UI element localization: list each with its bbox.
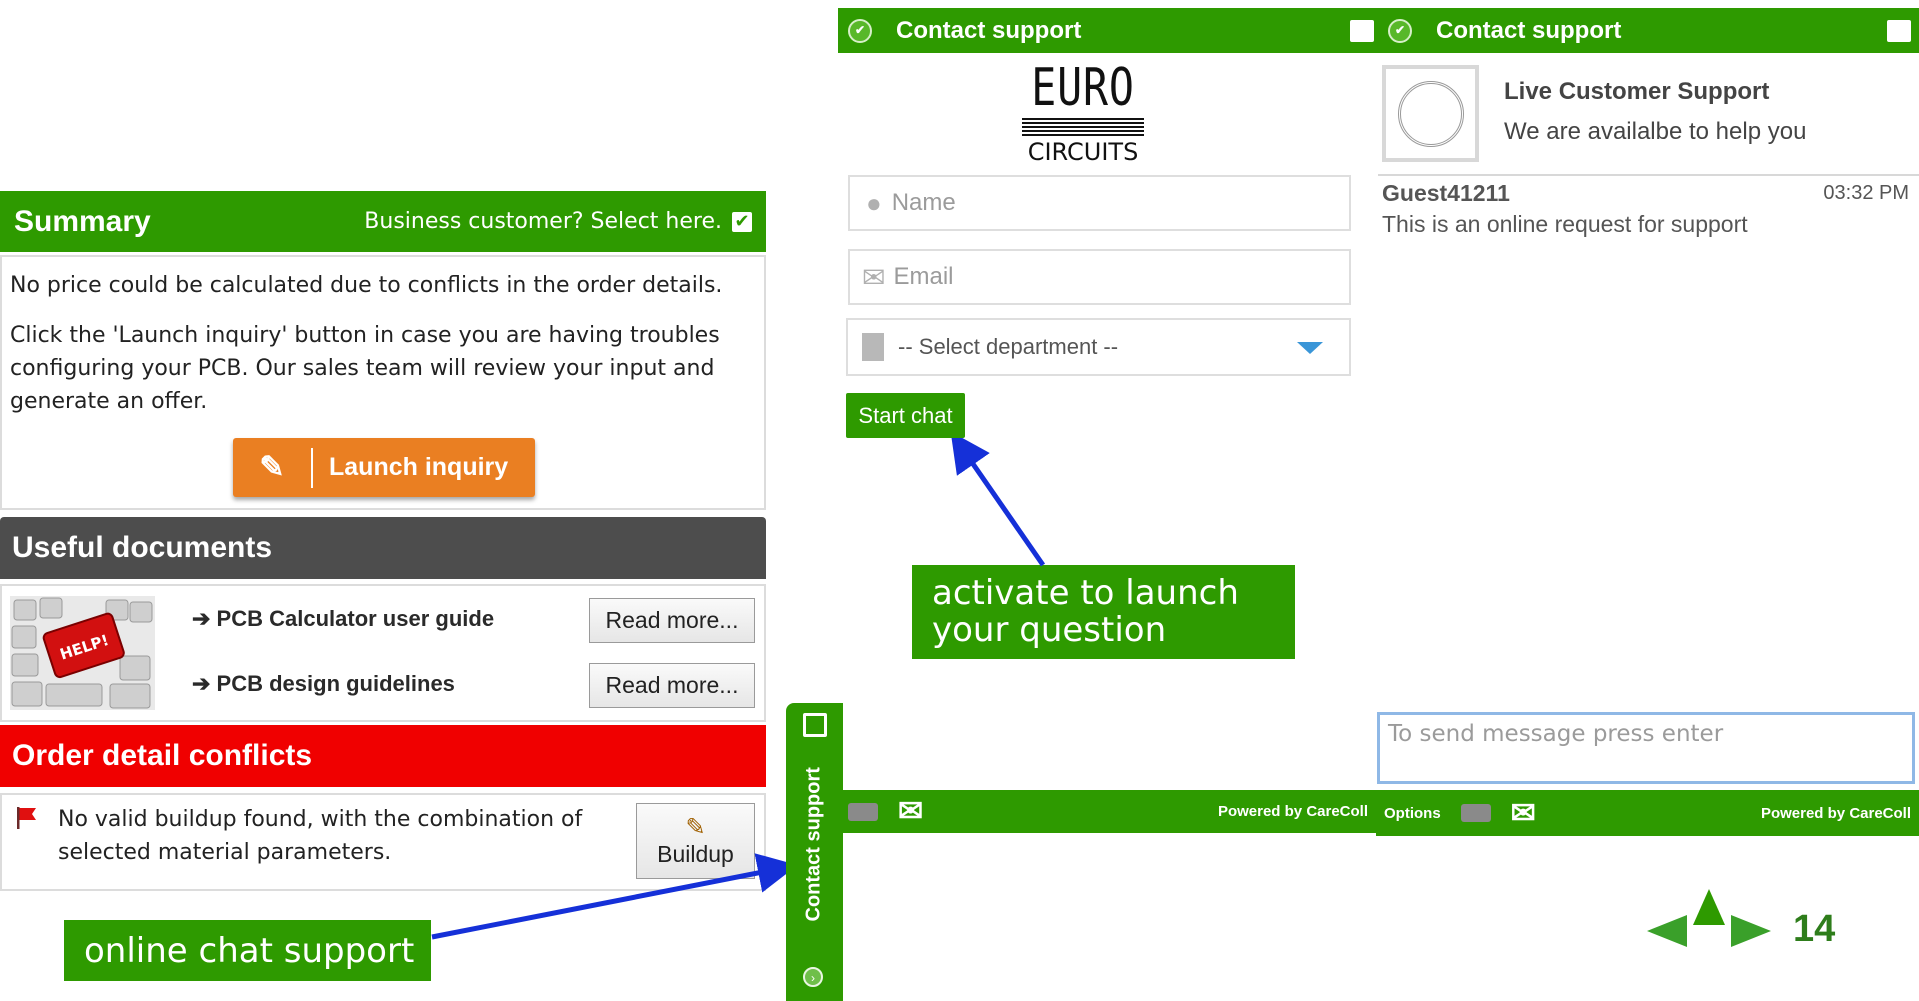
mail-icon[interactable]: ✉	[898, 794, 923, 829]
useful-documents-title: Useful documents	[12, 531, 273, 564]
flag-icon	[17, 807, 36, 829]
minimize-icon[interactable]	[1350, 20, 1374, 42]
guest-message: This is an online request for support	[1382, 211, 1748, 237]
agent-subtitle: We are availalbe to help you	[1504, 118, 1807, 145]
start-chat-arrow	[950, 431, 1046, 567]
summary-title: Summary	[14, 204, 151, 238]
order-conflicts-header: Order detail conflicts	[0, 725, 766, 787]
email-placeholder: Email	[893, 263, 954, 290]
chat-window-title: Contact support	[1436, 16, 1622, 44]
minimize-icon-2[interactable]	[1887, 20, 1911, 42]
chat-support-callout-text: online chat support	[84, 930, 415, 971]
buildup-conflict-message: No valid buildup found, with the combina…	[58, 807, 583, 865]
agent-title: Live Customer Support	[1504, 78, 1770, 105]
message-input-placeholder: To send message press enter	[1388, 721, 1724, 747]
read-more-user-guide-button[interactable]: Read more...	[589, 598, 755, 643]
chat-form-footer: ✉ Powered by CareColl	[838, 790, 1378, 833]
start-chat-button[interactable]: Start chat	[846, 393, 965, 438]
slide-navigation	[1647, 889, 1771, 947]
envelope-icon: ✉	[862, 261, 886, 293]
help-keyboard-image: HELP!	[10, 596, 155, 710]
status-check-icon-2: ✔	[1388, 18, 1412, 43]
person-icon: ●	[866, 187, 882, 218]
useful-documents-header: Useful documents	[0, 517, 766, 579]
chat-bubbles-icon-2[interactable]	[1460, 804, 1491, 822]
euro-circuits-logo: EURO CIRCUITS	[1018, 60, 1148, 168]
summary-header: Summary Business customer? Select here. …	[0, 191, 766, 252]
email-field[interactable]: ✉ Email	[848, 249, 1351, 305]
chat-window-header: ✔ Contact support	[1350, 8, 1919, 53]
name-field[interactable]: ● Name	[848, 175, 1351, 231]
chat-form-header: ✔ Contact support	[838, 8, 1378, 53]
buildup-button[interactable]: ✎ Buildup	[636, 803, 755, 879]
launch-inquiry-button[interactable]: ✎ Launch inquiry	[233, 438, 535, 497]
maximize-icon[interactable]	[803, 713, 827, 737]
side-tab-label: Contact support	[802, 767, 825, 922]
logo-stripes	[1022, 118, 1144, 136]
read-more-design-guidelines-button[interactable]: Read more...	[589, 663, 755, 708]
activate-callout: activate to launch your question	[912, 565, 1295, 659]
activate-callout-text: activate to launch your question	[932, 573, 1239, 650]
status-check-icon: ✔	[848, 18, 872, 43]
agent-avatar	[1382, 65, 1479, 162]
business-customer-toggle[interactable]: Business customer? Select here. ✔	[364, 209, 752, 234]
launch-inquiry-label: Launch inquiry	[329, 453, 509, 481]
chat-form-title: Contact support	[896, 16, 1082, 44]
business-checkbox[interactable]: ✔	[732, 211, 752, 232]
prev-arrow-icon	[1647, 915, 1687, 947]
building-icon	[862, 333, 884, 361]
message-time: 03:32 PM	[1823, 182, 1909, 204]
department-value: -- Select department --	[898, 334, 1119, 359]
logo-top-text: EURO	[1031, 58, 1135, 118]
inquiry-instructions: Click the 'Launch inquiry' button in cas…	[10, 323, 720, 414]
edit-icon: ✎	[233, 447, 313, 488]
chat-bubbles-icon[interactable]	[848, 802, 878, 821]
next-arrow-icon	[1731, 915, 1771, 947]
chat-support-callout: online chat support	[64, 920, 431, 981]
chat-window-powered: Powered by CareColl	[1760, 804, 1911, 822]
message-divider	[1378, 174, 1919, 176]
options-link[interactable]: Options	[1384, 805, 1441, 822]
message-input[interactable]: To send message press enter	[1377, 712, 1915, 784]
buildup-label: Buildup	[657, 840, 734, 867]
contact-support-side-tab[interactable]: Contact support ›	[786, 703, 843, 1001]
doc-item-design-guidelines: ➔ PCB design guidelines	[192, 671, 455, 696]
magic-wand-icon: ✎	[685, 813, 706, 841]
page-number: 14	[1793, 908, 1836, 950]
name-placeholder: Name	[891, 189, 956, 216]
mail-icon-2[interactable]: ✉	[1511, 796, 1536, 831]
price-conflict-message: No price could be calculated due to conf…	[10, 273, 723, 298]
chat-status-icon: ›	[803, 967, 823, 987]
chat-window-footer: Options ✉ Powered by CareColl	[1376, 790, 1919, 836]
chat-form-powered: Powered by CareColl	[1217, 803, 1368, 820]
chevron-down-icon	[1297, 342, 1323, 354]
up-arrow-icon	[1693, 889, 1725, 925]
department-select[interactable]: -- Select department --	[846, 318, 1351, 376]
order-conflicts-title: Order detail conflicts	[12, 739, 313, 772]
doc-item-user-guide: ➔ PCB Calculator user guide	[192, 606, 495, 631]
business-customer-label: Business customer? Select here.	[364, 209, 722, 234]
guest-name: Guest41211	[1382, 180, 1510, 206]
euro-circuits-seal-icon	[1397, 80, 1464, 147]
logo-bottom-text: CIRCUITS	[1027, 138, 1139, 166]
